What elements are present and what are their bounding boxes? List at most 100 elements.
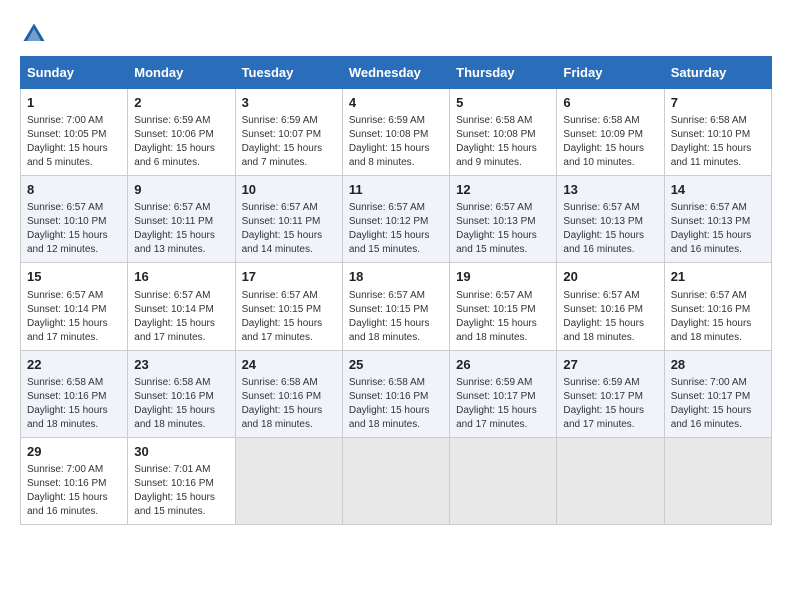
- daylight-text: Daylight: 15 hours and 17 minutes.: [134, 318, 215, 343]
- daylight-text: Daylight: 15 hours and 9 minutes.: [456, 143, 537, 168]
- daylight-text: Daylight: 15 hours and 18 minutes.: [563, 318, 644, 343]
- calendar-week-row: 1 Sunrise: 7:00 AM Sunset: 10:05 PM Dayl…: [21, 89, 772, 176]
- day-number: 19: [456, 268, 550, 286]
- daylight-text: Daylight: 15 hours and 17 minutes.: [456, 405, 537, 430]
- sunset-text: Sunset: 10:16 PM: [242, 391, 322, 402]
- sunset-text: Sunset: 10:16 PM: [349, 391, 429, 402]
- calendar-week-row: 29 Sunrise: 7:00 AM Sunset: 10:16 PM Day…: [21, 437, 772, 524]
- daylight-text: Daylight: 15 hours and 16 minutes.: [671, 230, 752, 255]
- sunset-text: Sunset: 10:17 PM: [563, 391, 643, 402]
- calendar-cell: 29 Sunrise: 7:00 AM Sunset: 10:16 PM Day…: [21, 437, 128, 524]
- sunrise-text: Sunrise: 6:58 AM: [563, 115, 639, 126]
- sunset-text: Sunset: 10:09 PM: [563, 129, 643, 140]
- sunset-text: Sunset: 10:06 PM: [134, 129, 214, 140]
- calendar-cell: 22 Sunrise: 6:58 AM Sunset: 10:16 PM Day…: [21, 350, 128, 437]
- daylight-text: Daylight: 15 hours and 16 minutes.: [671, 405, 752, 430]
- calendar-cell: 28 Sunrise: 7:00 AM Sunset: 10:17 PM Day…: [664, 350, 771, 437]
- calendar-cell: 21 Sunrise: 6:57 AM Sunset: 10:16 PM Day…: [664, 263, 771, 350]
- day-number: 15: [27, 268, 121, 286]
- sunset-text: Sunset: 10:15 PM: [349, 304, 429, 315]
- calendar-cell: 9 Sunrise: 6:57 AM Sunset: 10:11 PM Dayl…: [128, 176, 235, 263]
- daylight-text: Daylight: 15 hours and 11 minutes.: [671, 143, 752, 168]
- sunset-text: Sunset: 10:08 PM: [456, 129, 536, 140]
- calendar-cell: [235, 437, 342, 524]
- header: [20, 20, 772, 48]
- calendar-cell: 3 Sunrise: 6:59 AM Sunset: 10:07 PM Dayl…: [235, 89, 342, 176]
- calendar-week-row: 15 Sunrise: 6:57 AM Sunset: 10:14 PM Day…: [21, 263, 772, 350]
- daylight-text: Daylight: 15 hours and 10 minutes.: [563, 143, 644, 168]
- daylight-text: Daylight: 15 hours and 18 minutes.: [242, 405, 323, 430]
- daylight-text: Daylight: 15 hours and 12 minutes.: [27, 230, 108, 255]
- day-header: Monday: [128, 57, 235, 89]
- day-number: 10: [242, 181, 336, 199]
- daylight-text: Daylight: 15 hours and 18 minutes.: [671, 318, 752, 343]
- calendar-cell: 7 Sunrise: 6:58 AM Sunset: 10:10 PM Dayl…: [664, 89, 771, 176]
- sunrise-text: Sunrise: 6:58 AM: [242, 377, 318, 388]
- day-number: 1: [27, 94, 121, 112]
- day-number: 26: [456, 356, 550, 374]
- calendar-cell: 10 Sunrise: 6:57 AM Sunset: 10:11 PM Day…: [235, 176, 342, 263]
- sunset-text: Sunset: 10:13 PM: [671, 216, 751, 227]
- calendar-header-row: SundayMondayTuesdayWednesdayThursdayFrid…: [21, 57, 772, 89]
- sunset-text: Sunset: 10:05 PM: [27, 129, 107, 140]
- day-number: 25: [349, 356, 443, 374]
- day-number: 16: [134, 268, 228, 286]
- calendar-cell: 6 Sunrise: 6:58 AM Sunset: 10:09 PM Dayl…: [557, 89, 664, 176]
- calendar-cell: 16 Sunrise: 6:57 AM Sunset: 10:14 PM Day…: [128, 263, 235, 350]
- logo: [20, 20, 52, 48]
- sunset-text: Sunset: 10:16 PM: [134, 391, 214, 402]
- calendar-cell: 26 Sunrise: 6:59 AM Sunset: 10:17 PM Day…: [450, 350, 557, 437]
- sunrise-text: Sunrise: 6:59 AM: [456, 377, 532, 388]
- sunset-text: Sunset: 10:07 PM: [242, 129, 322, 140]
- calendar-cell: 8 Sunrise: 6:57 AM Sunset: 10:10 PM Dayl…: [21, 176, 128, 263]
- sunrise-text: Sunrise: 6:59 AM: [563, 377, 639, 388]
- calendar-cell: 30 Sunrise: 7:01 AM Sunset: 10:16 PM Day…: [128, 437, 235, 524]
- calendar: SundayMondayTuesdayWednesdayThursdayFrid…: [20, 56, 772, 525]
- calendar-cell: 1 Sunrise: 7:00 AM Sunset: 10:05 PM Dayl…: [21, 89, 128, 176]
- sunset-text: Sunset: 10:15 PM: [242, 304, 322, 315]
- day-number: 11: [349, 181, 443, 199]
- sunset-text: Sunset: 10:16 PM: [134, 478, 214, 489]
- day-number: 8: [27, 181, 121, 199]
- sunrise-text: Sunrise: 6:57 AM: [349, 202, 425, 213]
- daylight-text: Daylight: 15 hours and 17 minutes.: [27, 318, 108, 343]
- day-number: 23: [134, 356, 228, 374]
- calendar-cell: 4 Sunrise: 6:59 AM Sunset: 10:08 PM Dayl…: [342, 89, 449, 176]
- calendar-cell: 19 Sunrise: 6:57 AM Sunset: 10:15 PM Day…: [450, 263, 557, 350]
- calendar-body: 1 Sunrise: 7:00 AM Sunset: 10:05 PM Dayl…: [21, 89, 772, 525]
- sunset-text: Sunset: 10:12 PM: [349, 216, 429, 227]
- daylight-text: Daylight: 15 hours and 13 minutes.: [134, 230, 215, 255]
- day-number: 14: [671, 181, 765, 199]
- calendar-cell: [664, 437, 771, 524]
- calendar-cell: [557, 437, 664, 524]
- day-number: 28: [671, 356, 765, 374]
- sunrise-text: Sunrise: 6:57 AM: [349, 290, 425, 301]
- calendar-week-row: 22 Sunrise: 6:58 AM Sunset: 10:16 PM Day…: [21, 350, 772, 437]
- calendar-cell: 13 Sunrise: 6:57 AM Sunset: 10:13 PM Day…: [557, 176, 664, 263]
- day-number: 24: [242, 356, 336, 374]
- sunrise-text: Sunrise: 6:57 AM: [456, 290, 532, 301]
- day-number: 2: [134, 94, 228, 112]
- daylight-text: Daylight: 15 hours and 18 minutes.: [349, 318, 430, 343]
- day-header: Saturday: [664, 57, 771, 89]
- day-number: 21: [671, 268, 765, 286]
- daylight-text: Daylight: 15 hours and 5 minutes.: [27, 143, 108, 168]
- day-header: Tuesday: [235, 57, 342, 89]
- sunset-text: Sunset: 10:15 PM: [456, 304, 536, 315]
- calendar-cell: 5 Sunrise: 6:58 AM Sunset: 10:08 PM Dayl…: [450, 89, 557, 176]
- sunset-text: Sunset: 10:13 PM: [456, 216, 536, 227]
- sunrise-text: Sunrise: 6:57 AM: [563, 202, 639, 213]
- calendar-cell: 25 Sunrise: 6:58 AM Sunset: 10:16 PM Day…: [342, 350, 449, 437]
- sunrise-text: Sunrise: 6:57 AM: [456, 202, 532, 213]
- daylight-text: Daylight: 15 hours and 6 minutes.: [134, 143, 215, 168]
- sunrise-text: Sunrise: 7:01 AM: [134, 464, 210, 475]
- day-number: 12: [456, 181, 550, 199]
- daylight-text: Daylight: 15 hours and 15 minutes.: [456, 230, 537, 255]
- daylight-text: Daylight: 15 hours and 16 minutes.: [563, 230, 644, 255]
- sunset-text: Sunset: 10:11 PM: [134, 216, 213, 227]
- day-number: 6: [563, 94, 657, 112]
- calendar-cell: 20 Sunrise: 6:57 AM Sunset: 10:16 PM Day…: [557, 263, 664, 350]
- day-header: Thursday: [450, 57, 557, 89]
- sunset-text: Sunset: 10:14 PM: [27, 304, 107, 315]
- sunrise-text: Sunrise: 6:58 AM: [134, 377, 210, 388]
